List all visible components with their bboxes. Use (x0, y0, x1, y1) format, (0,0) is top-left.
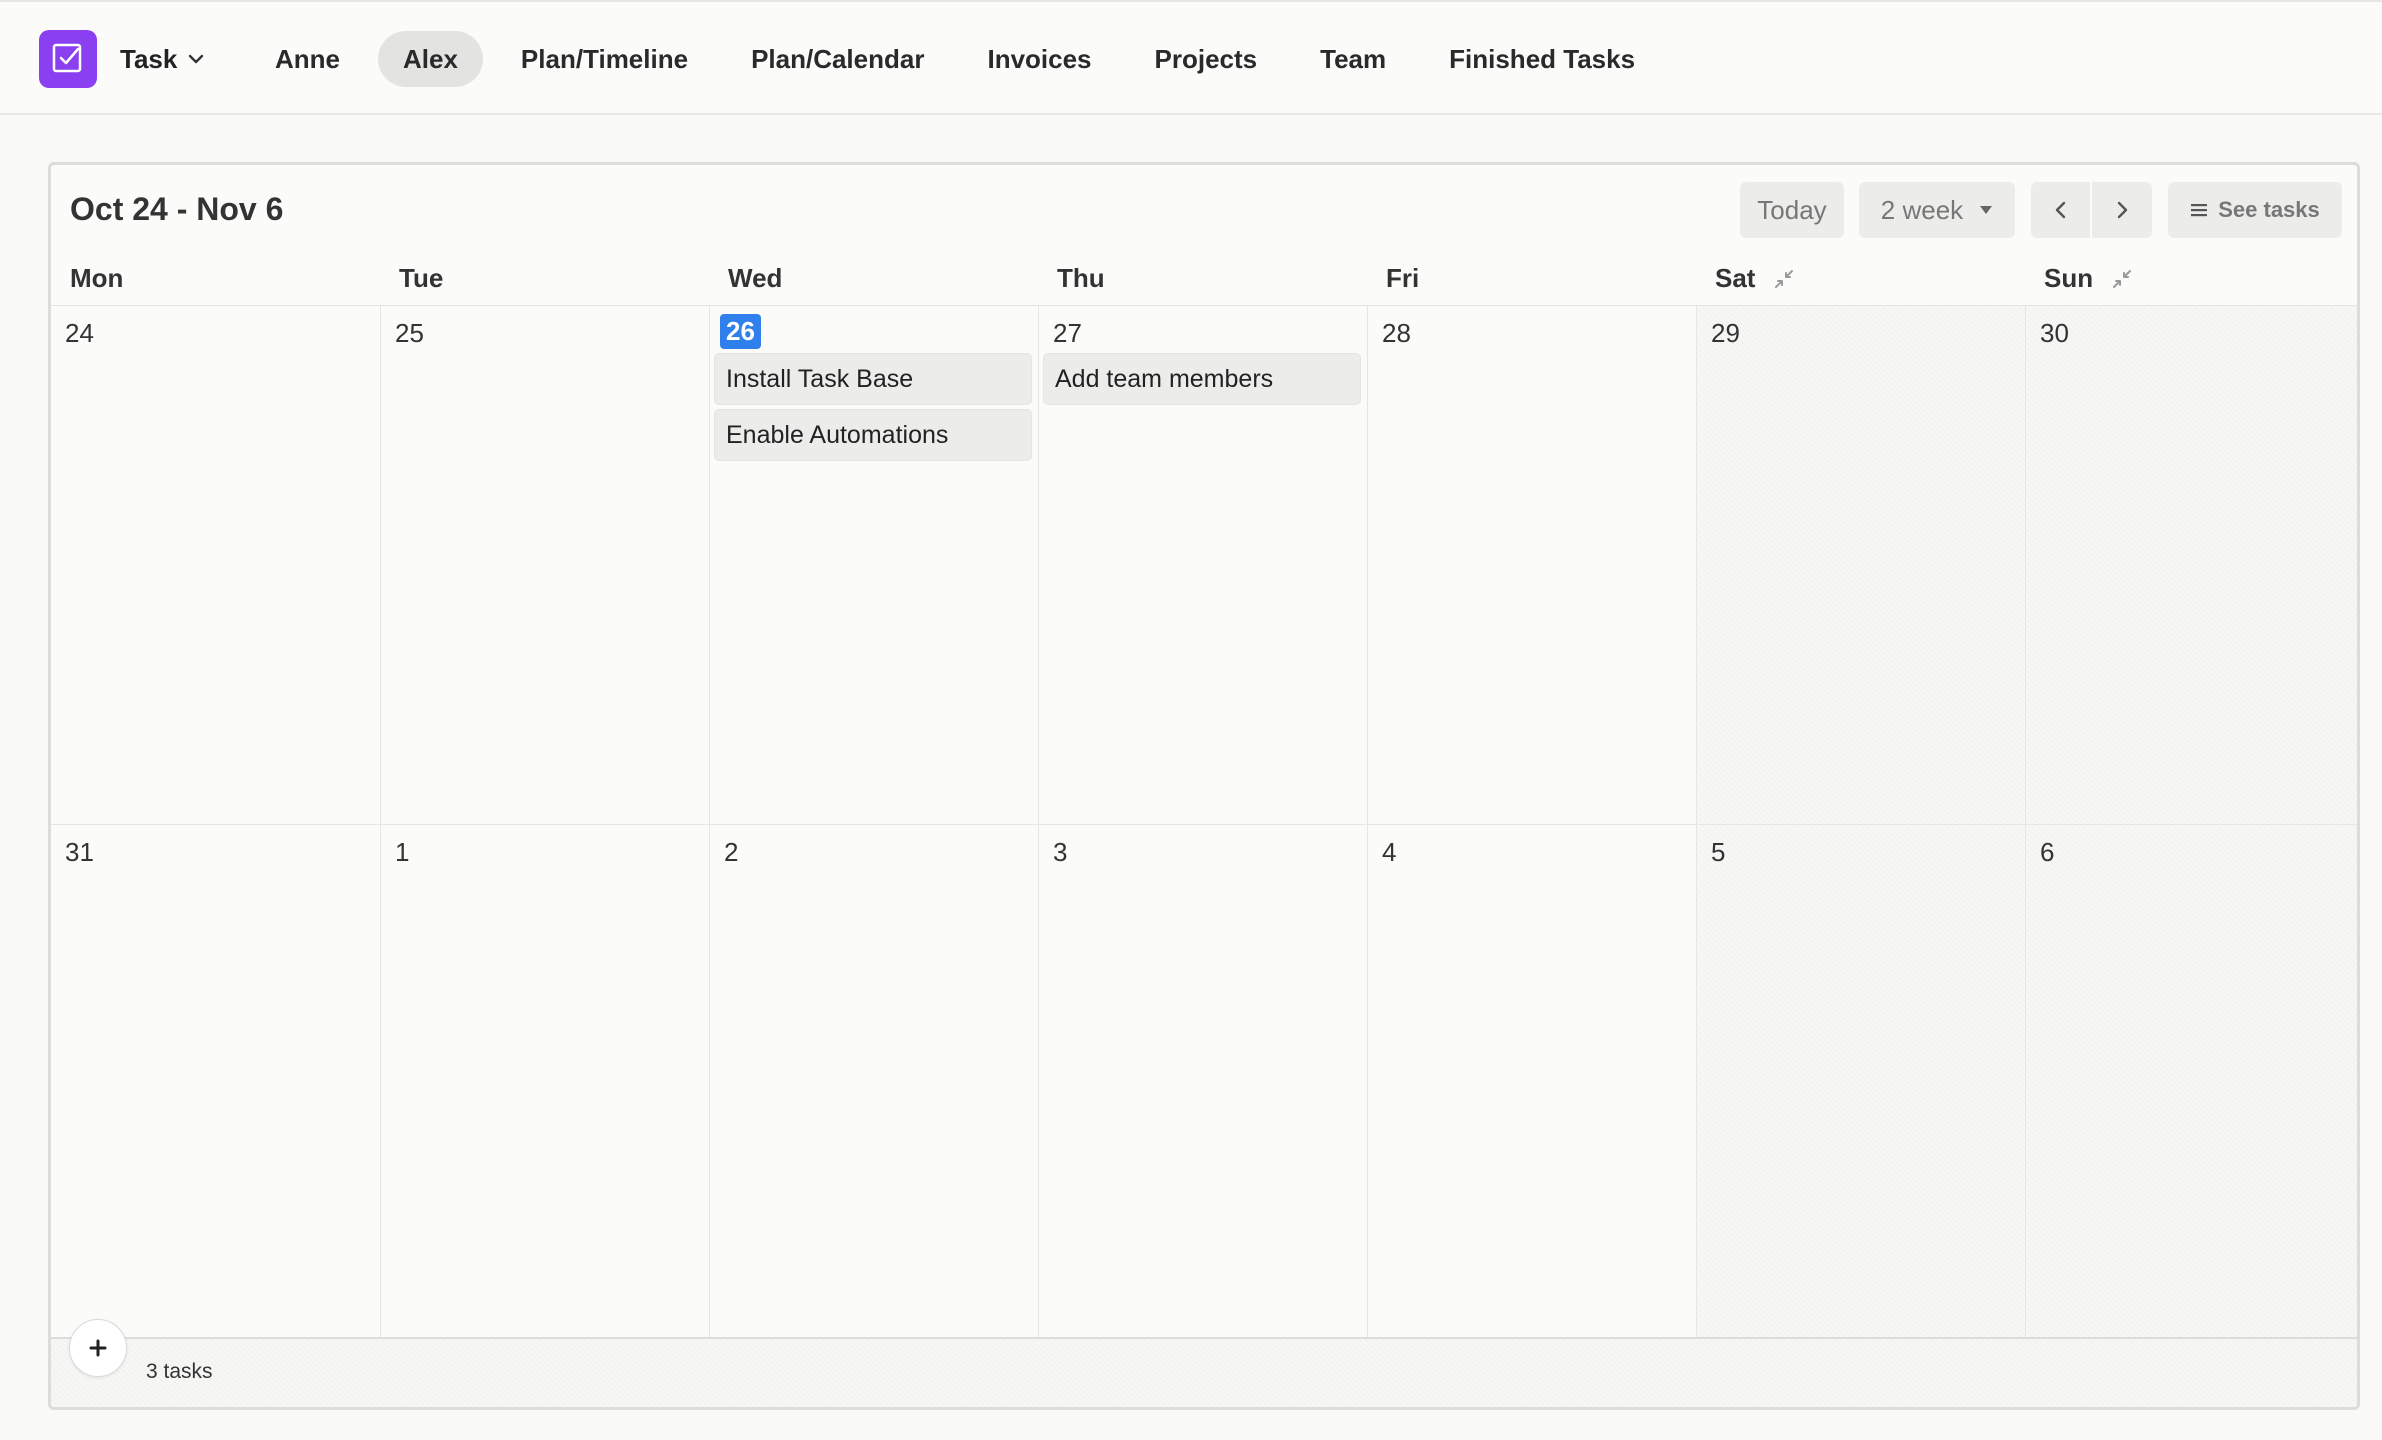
day-number: 28 (1382, 318, 1411, 348)
next-button[interactable] (2092, 182, 2152, 238)
task-count: 3 tasks (146, 1360, 213, 1383)
day-cell[interactable]: 31 (51, 825, 381, 1338)
day-cell[interactable]: 4 (1368, 825, 1697, 1338)
day-number: 4 (1382, 837, 1397, 867)
calendar-grid: 24 25 26 Install Task Base Enable Automa… (51, 305, 2357, 1338)
day-cell[interactable]: 30 (2026, 306, 2357, 825)
weekday-label: Mon (70, 263, 124, 293)
day-cell[interactable]: 6 (2026, 825, 2357, 1338)
chevron-down-icon (189, 54, 204, 64)
weekday-label: Fri (1386, 263, 1420, 293)
day-number: 29 (1711, 318, 1740, 348)
day-cell[interactable]: 28 (1368, 306, 1697, 825)
see-tasks-button[interactable]: See tasks (2168, 182, 2342, 238)
day-cell[interactable]: 3 (1039, 825, 1368, 1338)
weekday-wed: Wed (728, 263, 782, 294)
day-number: 5 (1711, 837, 1726, 867)
day-cell[interactable]: 1 (381, 825, 710, 1338)
day-cell[interactable]: 25 (381, 306, 710, 825)
weekday-label: Thu (1057, 263, 1105, 293)
weekday-fri: Fri (1386, 263, 1419, 294)
weekday-label: Sat (1715, 263, 1756, 293)
day-cell[interactable]: 5 (1697, 825, 2026, 1338)
top-nav-bar: Task Anne Alex Plan/Timeline Plan/Calend… (0, 0, 2382, 115)
weekday-label: Tue (399, 263, 444, 293)
main-nav: Anne Alex Plan/Timeline Plan/Calendar In… (250, 30, 1673, 88)
range-select-label: 2 week (1880, 194, 1964, 225)
previous-button[interactable] (2031, 182, 2090, 238)
weekday-sat: Sat (1715, 263, 1795, 294)
add-task-button[interactable] (69, 1319, 127, 1377)
nav-item-anne[interactable]: Anne (250, 31, 365, 87)
weekday-label: Wed (728, 263, 783, 293)
today-button[interactable]: Today (1740, 182, 1844, 238)
today-day-number: 26 (720, 314, 761, 349)
nav-item-team[interactable]: Team (1295, 31, 1411, 87)
collapse-icon[interactable] (1773, 268, 1795, 290)
app-name: Task (120, 43, 178, 74)
collapse-icon[interactable] (2111, 268, 2133, 290)
day-number: 25 (395, 318, 424, 348)
checkbox-icon[interactable] (39, 30, 97, 88)
list-icon (2191, 204, 2208, 217)
weekday-thu: Thu (1057, 263, 1105, 294)
calendar-panel: Oct 24 - Nov 6 Today 2 week See tasks Mo… (48, 162, 2360, 1410)
day-number: 1 (395, 837, 410, 867)
day-number: 2 (724, 837, 739, 867)
see-tasks-label: See tasks (2218, 197, 2320, 222)
day-number: 6 (2040, 837, 2055, 867)
nav-item-plan-timeline[interactable]: Plan/Timeline (496, 31, 713, 87)
nav-item-invoices[interactable]: Invoices (962, 31, 1116, 87)
nav-item-alex[interactable]: Alex (378, 31, 483, 87)
calendar-footer: 3 tasks (51, 1319, 2357, 1407)
weekday-label: Sun (2044, 263, 2094, 293)
day-cell[interactable]: 2 (710, 825, 1039, 1338)
day-number: 30 (2040, 318, 2069, 348)
date-range-title: Oct 24 - Nov 6 (70, 191, 284, 227)
weekday-mon: Mon (70, 263, 123, 294)
caret-down-icon (1980, 206, 1993, 214)
nav-item-finished-tasks[interactable]: Finished Tasks (1424, 31, 1660, 87)
nav-item-projects[interactable]: Projects (1130, 31, 1283, 87)
day-cell[interactable]: 29 (1697, 306, 2026, 825)
day-number: 24 (65, 318, 94, 348)
chevron-right-icon (2117, 201, 2128, 219)
task-card[interactable]: Install Task Base (714, 353, 1032, 405)
day-cell[interactable]: 24 (51, 306, 381, 825)
app-switcher[interactable]: Task (120, 30, 205, 88)
task-card[interactable]: Add team members (1043, 353, 1361, 405)
day-cell[interactable]: 26 Install Task Base Enable Automations (710, 306, 1039, 825)
nav-item-plan-calendar[interactable]: Plan/Calendar (726, 31, 949, 87)
chevron-left-icon (2055, 201, 2065, 219)
day-number: 31 (65, 837, 94, 867)
weekday-tue: Tue (399, 263, 443, 294)
weekday-sun: Sun (2044, 263, 2133, 294)
day-number: 27 (1053, 318, 1082, 348)
task-card[interactable]: Enable Automations (714, 409, 1032, 461)
day-number: 3 (1053, 837, 1068, 867)
plus-icon (89, 1339, 107, 1357)
day-cell[interactable]: 27 Add team members (1039, 306, 1368, 825)
range-select[interactable]: 2 week (1859, 182, 2015, 238)
